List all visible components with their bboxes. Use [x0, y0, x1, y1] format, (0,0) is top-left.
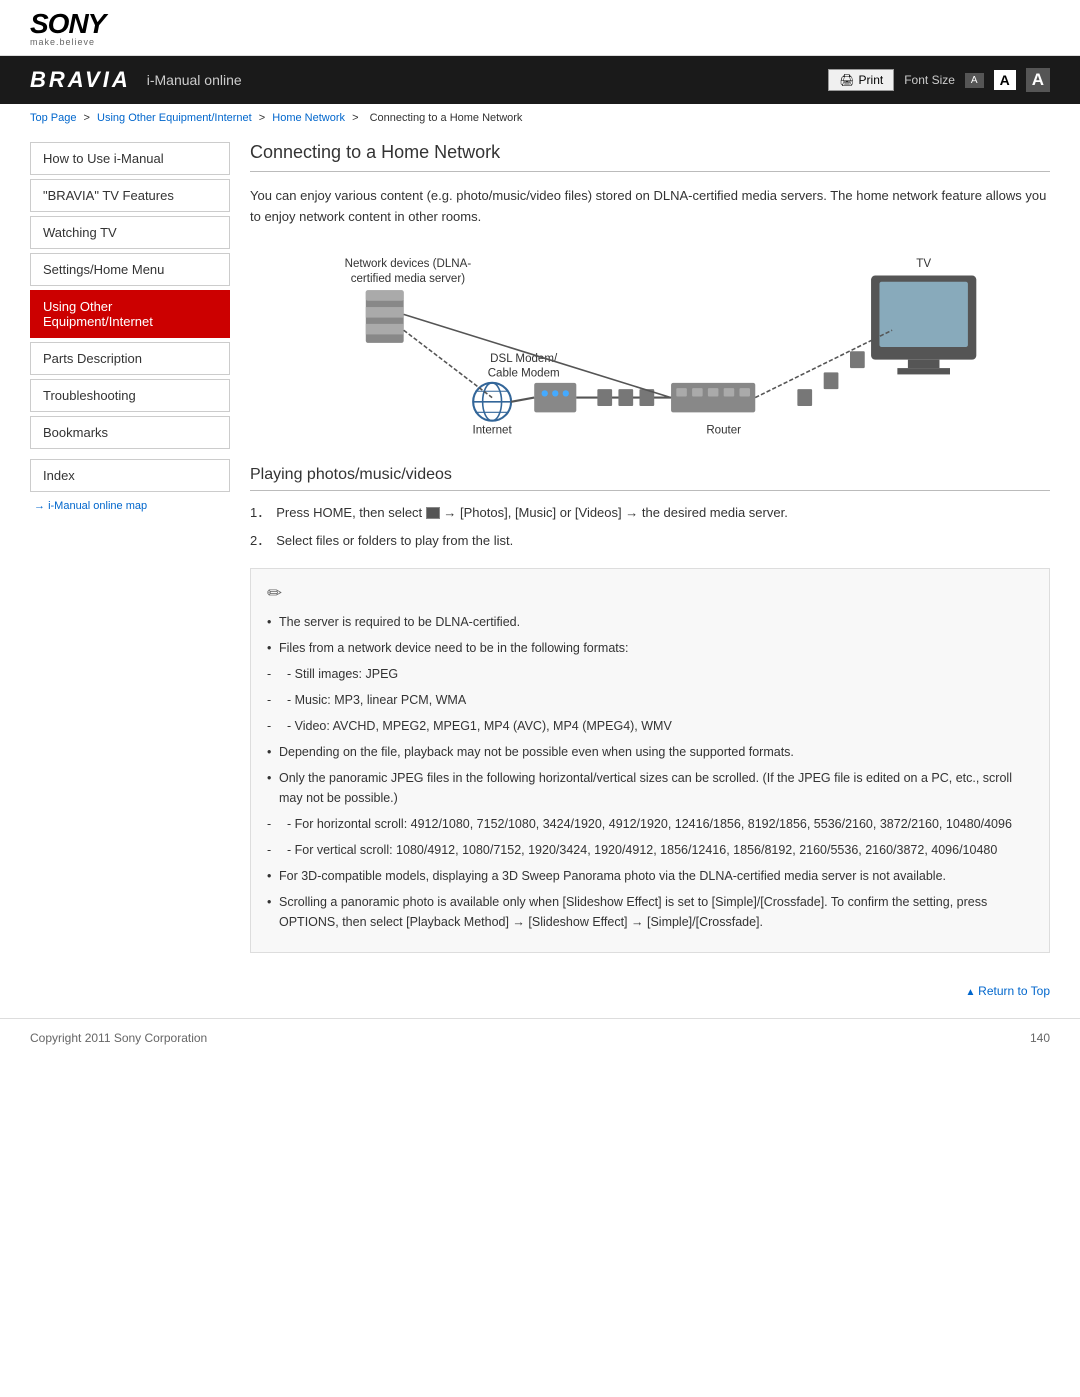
sidebar-item-settings[interactable]: Settings/Home Menu	[30, 253, 230, 286]
note-item: Files from a network device need to be i…	[267, 638, 1033, 658]
note-item: Only the panoramic JPEG files in the fol…	[267, 768, 1033, 808]
content-area: Connecting to a Home Network You can enj…	[250, 132, 1050, 953]
sub-section-title: Playing photos/music/videos	[250, 466, 1050, 491]
sidebar-item-parts[interactable]: Parts Description	[30, 342, 230, 375]
network-diagram: Network devices (DLNA- certified media s…	[250, 246, 1050, 446]
note-sub-item: - Still images: JPEG	[267, 664, 1033, 684]
nav-bar-right: 🖨 Print Font Size A A A	[828, 68, 1050, 92]
step-1: 1． Press HOME, then select → [Photos], […	[250, 503, 1050, 524]
note-sub-item: - Video: AVCHD, MPEG2, MPEG1, MP4 (AVC),…	[267, 716, 1033, 736]
top-header: SONY make.believe	[0, 0, 1080, 56]
note-item: For 3D-compatible models, displaying a 3…	[267, 866, 1033, 886]
font-size-medium-button[interactable]: A	[994, 70, 1016, 90]
font-size-small-button[interactable]: A	[965, 73, 984, 88]
notes-icon: ✏	[267, 583, 1033, 604]
note-sub-item: - For vertical scroll: 1080/4912, 1080/7…	[267, 840, 1033, 860]
note-sub-item: - For horizontal scroll: 4912/1080, 7152…	[267, 814, 1033, 834]
font-size-large-button[interactable]: A	[1026, 68, 1050, 92]
return-to-top-link[interactable]: Return to Top	[965, 984, 1050, 998]
nav-bar-left: BRAVIA i-Manual online	[30, 67, 242, 93]
svg-text:Cable Modem: Cable Modem	[488, 367, 560, 379]
breadcrumb-home-network[interactable]: Home Network	[272, 112, 345, 124]
svg-text:Router: Router	[706, 424, 741, 436]
step-2: 2． Select files or folders to play from …	[250, 531, 1050, 552]
sony-brand-text: SONY	[30, 10, 1050, 38]
printer-icon: 🖨	[839, 73, 854, 87]
network-diagram-svg: Network devices (DLNA- certified media s…	[250, 246, 1050, 446]
sidebar-index[interactable]: Index	[30, 459, 230, 492]
breadcrumb: Top Page > Using Other Equipment/Interne…	[0, 104, 1080, 132]
imanual-map-link[interactable]: i-Manual online map	[30, 500, 230, 512]
svg-text:Internet: Internet	[472, 424, 512, 436]
sidebar-item-bookmarks[interactable]: Bookmarks	[30, 416, 230, 449]
sidebar: How to Use i-Manual "BRAVIA" TV Features…	[30, 132, 230, 953]
note-sub-item: - Music: MP3, linear PCM, WMA	[267, 690, 1033, 710]
svg-text:Network devices (DLNA-: Network devices (DLNA-	[345, 258, 472, 270]
sony-tagline: make.believe	[30, 38, 1050, 47]
note-item: The server is required to be DLNA-certif…	[267, 612, 1033, 632]
breadcrumb-top[interactable]: Top Page	[30, 112, 76, 124]
note-item: Depending on the file, playback may not …	[267, 742, 1033, 762]
intro-text: You can enjoy various content (e.g. phot…	[250, 186, 1050, 228]
notes-box: ✏ The server is required to be DLNA-cert…	[250, 568, 1050, 953]
nav-bar: BRAVIA i-Manual online 🖨 Print Font Size…	[0, 56, 1080, 104]
bravia-logo: BRAVIA	[30, 67, 131, 93]
print-button[interactable]: 🖨 Print	[828, 69, 894, 91]
page-title: Connecting to a Home Network	[250, 142, 1050, 172]
breadcrumb-current: Connecting to a Home Network	[370, 112, 523, 124]
main-layout: How to Use i-Manual "BRAVIA" TV Features…	[0, 132, 1080, 953]
steps-list: 1． Press HOME, then select → [Photos], […	[250, 503, 1050, 553]
sidebar-item-troubleshooting[interactable]: Troubleshooting	[30, 379, 230, 412]
footer: Copyright 2011 Sony Corporation 140	[0, 1018, 1080, 1057]
sidebar-item-how-to-use[interactable]: How to Use i-Manual	[30, 142, 230, 175]
footer-page-number: 140	[1030, 1031, 1050, 1045]
breadcrumb-equipment[interactable]: Using Other Equipment/Internet	[97, 112, 252, 124]
footer-copyright: Copyright 2011 Sony Corporation	[30, 1031, 207, 1045]
sidebar-item-using-other[interactable]: Using Other Equipment/Internet	[30, 290, 230, 338]
return-top-bar: Return to Top	[0, 973, 1080, 1008]
svg-text:certified media server): certified media server)	[351, 272, 466, 284]
sidebar-item-bravia-features[interactable]: "BRAVIA" TV Features	[30, 179, 230, 212]
notes-list: The server is required to be DLNA-certif…	[267, 612, 1033, 932]
svg-text:TV: TV	[916, 258, 931, 270]
sidebar-item-watching-tv[interactable]: Watching TV	[30, 216, 230, 249]
font-size-label: Font Size	[904, 73, 955, 87]
nav-bar-title: i-Manual online	[147, 72, 242, 88]
sony-logo: SONY make.believe	[30, 10, 1050, 47]
note-item: Scrolling a panoramic photo is available…	[267, 892, 1033, 932]
home-icon	[426, 507, 440, 519]
